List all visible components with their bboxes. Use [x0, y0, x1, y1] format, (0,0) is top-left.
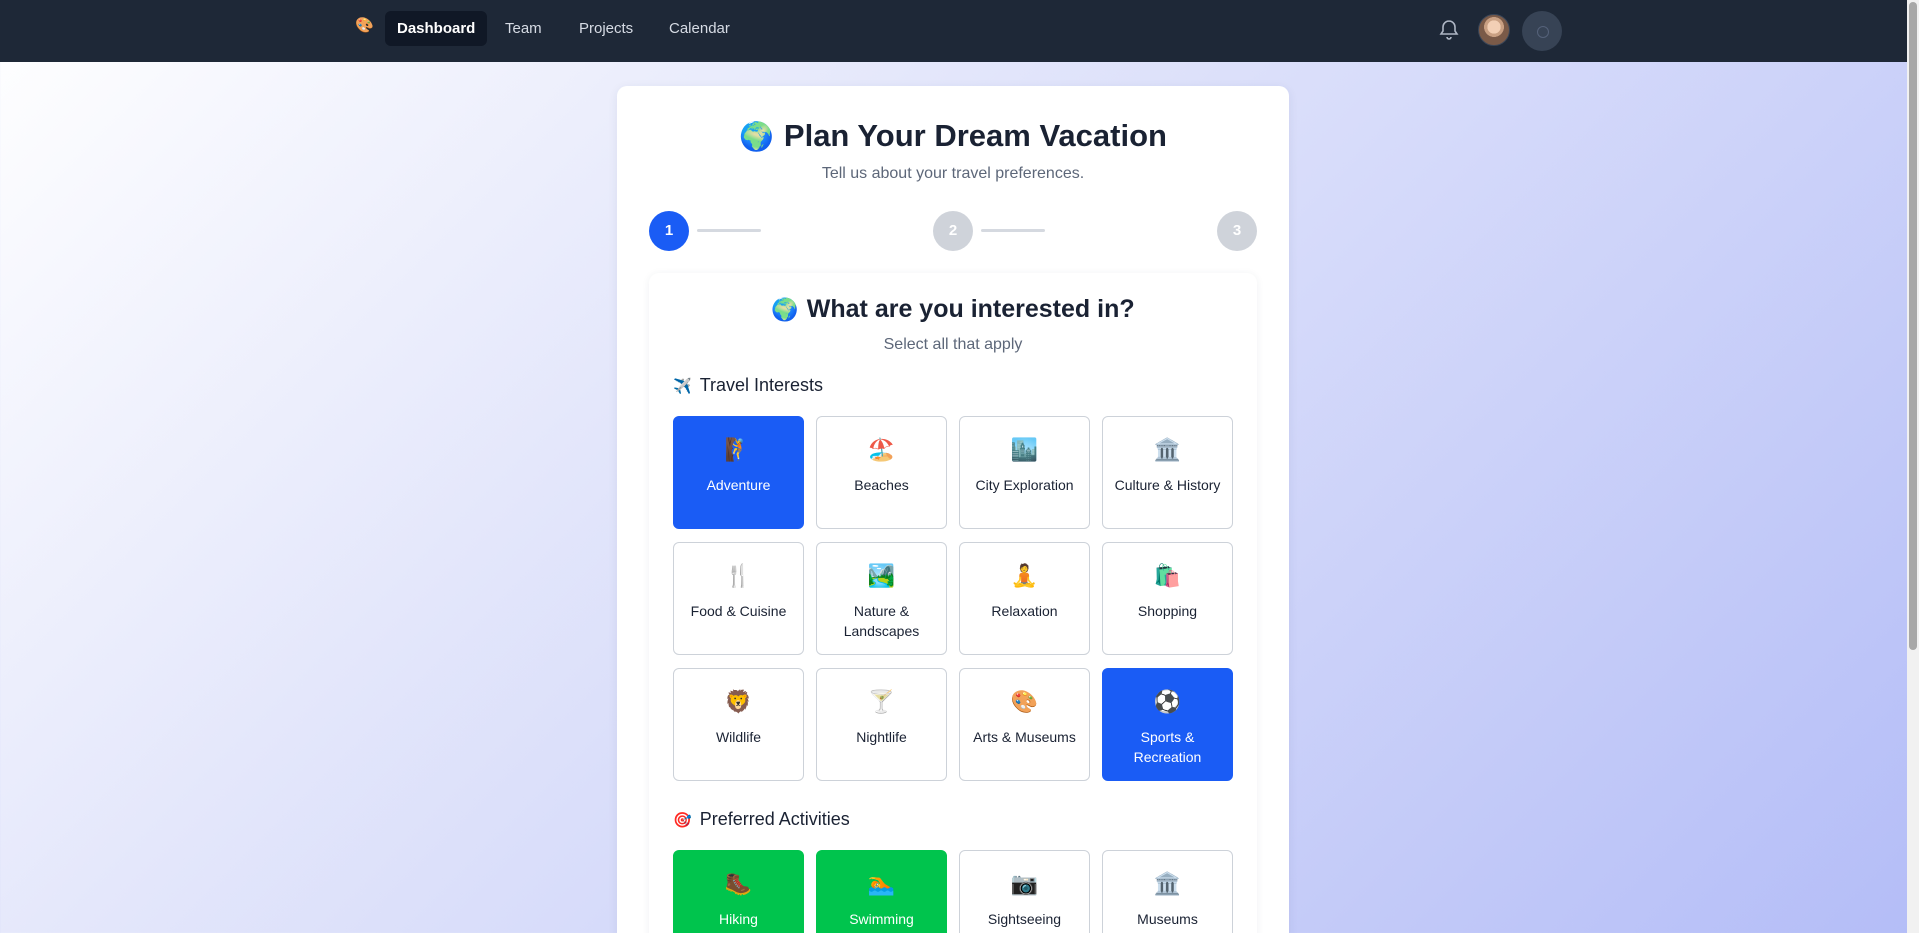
interest-arts-museums[interactable]: 🎨 Arts & Museums	[959, 668, 1090, 781]
meditation-icon: 🧘	[1010, 563, 1039, 588]
step-3[interactable]: 3	[1217, 211, 1257, 251]
camera-icon: 📷	[1010, 871, 1039, 896]
tile-label: Shopping	[1137, 603, 1198, 619]
step-connector	[697, 229, 761, 232]
tile-label: Adventure	[706, 477, 771, 493]
palette-icon: 🎨	[1010, 689, 1039, 714]
question-title-text: What are you interested in?	[806, 295, 1135, 323]
scrollbar-thumb[interactable]	[1909, 2, 1917, 650]
interest-relaxation[interactable]: 🧘 Relaxation	[959, 542, 1090, 655]
section-preferred-activities: 🎯 Preferred Activities	[673, 809, 850, 830]
tile-label: Swimming	[849, 911, 914, 927]
interest-city-exploration[interactable]: 🏙️ City Exploration	[959, 416, 1090, 529]
interest-adventure[interactable]: 🧗 Adventure	[673, 416, 804, 529]
bell-icon[interactable]	[1437, 18, 1461, 42]
question-subtitle: Select all that apply	[883, 336, 1023, 353]
tile-label: Arts & Museums	[973, 729, 1076, 745]
loading-button[interactable]	[1522, 11, 1562, 51]
tile-label: Nightlife	[856, 729, 907, 745]
tile-label: Culture & History	[1114, 477, 1221, 493]
section-travel-interests: ✈️ Travel Interests	[673, 375, 823, 396]
top-navbar: 🎨 Dashboard Team Projects Calendar	[0, 0, 1907, 62]
swimmer-icon: 🏊	[867, 871, 896, 896]
tile-label: Sports & Recreation	[1133, 729, 1202, 765]
classical-building-icon: 🏛️	[1153, 871, 1182, 896]
soccer-ball-icon: ⚽	[1153, 689, 1182, 714]
interest-wildlife[interactable]: 🦁 Wildlife	[673, 668, 804, 781]
cocktail-icon: 🍸	[867, 689, 896, 714]
airplane-icon: ✈️	[673, 378, 692, 395]
shopping-bags-icon: 🛍️	[1153, 563, 1182, 588]
page-scrollbar[interactable]	[1907, 0, 1919, 933]
interest-nature-landscapes[interactable]: 🏞️ Nature & Landscapes	[816, 542, 947, 655]
tile-label: Wildlife	[715, 729, 762, 745]
tile-label: Sightseeing	[987, 911, 1062, 927]
question-title: 🌍 What are you interested in?	[649, 295, 1257, 324]
step-2[interactable]: 2	[933, 211, 973, 251]
page-title: 🌍 Plan Your Dream Vacation	[617, 118, 1289, 154]
step-1[interactable]: 1	[649, 211, 689, 251]
step-connector	[981, 229, 1045, 232]
activity-hiking[interactable]: 🥾 Hiking	[673, 850, 804, 933]
user-avatar[interactable]	[1478, 14, 1510, 46]
tile-label: Relaxation	[991, 603, 1058, 619]
section-title-text: Travel Interests	[699, 375, 824, 395]
activity-sightseeing[interactable]: 📷 Sightseeing	[959, 850, 1090, 933]
lion-icon: 🦁	[724, 689, 753, 714]
tile-label: Museums	[1137, 911, 1198, 927]
hiking-boot-icon: 🥾	[724, 871, 753, 896]
tile-label: Hiking	[719, 911, 758, 927]
climber-icon: 🧗	[724, 437, 753, 462]
activity-swimming[interactable]: 🏊 Swimming	[816, 850, 947, 933]
interests-panel: 🌍 What are you interested in? Select all …	[649, 273, 1257, 933]
logo-icon[interactable]: 🎨	[355, 16, 375, 36]
vacation-planner-card: 🌍 Plan Your Dream Vacation Tell us about …	[617, 86, 1289, 933]
interest-shopping[interactable]: 🛍️ Shopping	[1102, 542, 1233, 655]
interest-food-cuisine[interactable]: 🍴 Food & Cuisine	[673, 542, 804, 655]
tile-label: City Exploration	[975, 477, 1074, 493]
fork-knife-icon: 🍴	[724, 563, 753, 588]
nav-team[interactable]: Team	[493, 11, 554, 46]
page-title-text: Plan Your Dream Vacation	[783, 118, 1167, 153]
nav-calendar[interactable]: Calendar	[657, 11, 742, 46]
target-icon: 🎯	[673, 812, 692, 829]
activity-museums[interactable]: 🏛️ Museums	[1102, 850, 1233, 933]
landscape-icon: 🏞️	[867, 563, 896, 588]
interest-sports-recreation[interactable]: ⚽ Sports & Recreation	[1102, 668, 1233, 781]
interest-nightlife[interactable]: 🍸 Nightlife	[816, 668, 947, 781]
tile-label: Beaches	[854, 477, 909, 493]
cityscape-icon: 🏙️	[1010, 437, 1039, 462]
interest-culture-history[interactable]: 🏛️ Culture & History	[1102, 416, 1233, 529]
nav-projects[interactable]: Projects	[567, 11, 645, 46]
globe-icon: 🌍	[771, 297, 799, 322]
nav-dashboard[interactable]: Dashboard	[385, 11, 488, 46]
page-subtitle: Tell us about your travel preferences.	[821, 165, 1085, 182]
globe-icon: 🌍	[739, 121, 774, 152]
section-title-text: Preferred Activities	[699, 809, 850, 829]
interest-beaches[interactable]: 🏖️ Beaches	[816, 416, 947, 529]
beach-umbrella-icon: 🏖️	[867, 437, 896, 462]
tile-label: Nature & Landscapes	[843, 603, 920, 639]
tile-label: Food & Cuisine	[690, 603, 787, 619]
classical-building-icon: 🏛️	[1153, 437, 1182, 462]
